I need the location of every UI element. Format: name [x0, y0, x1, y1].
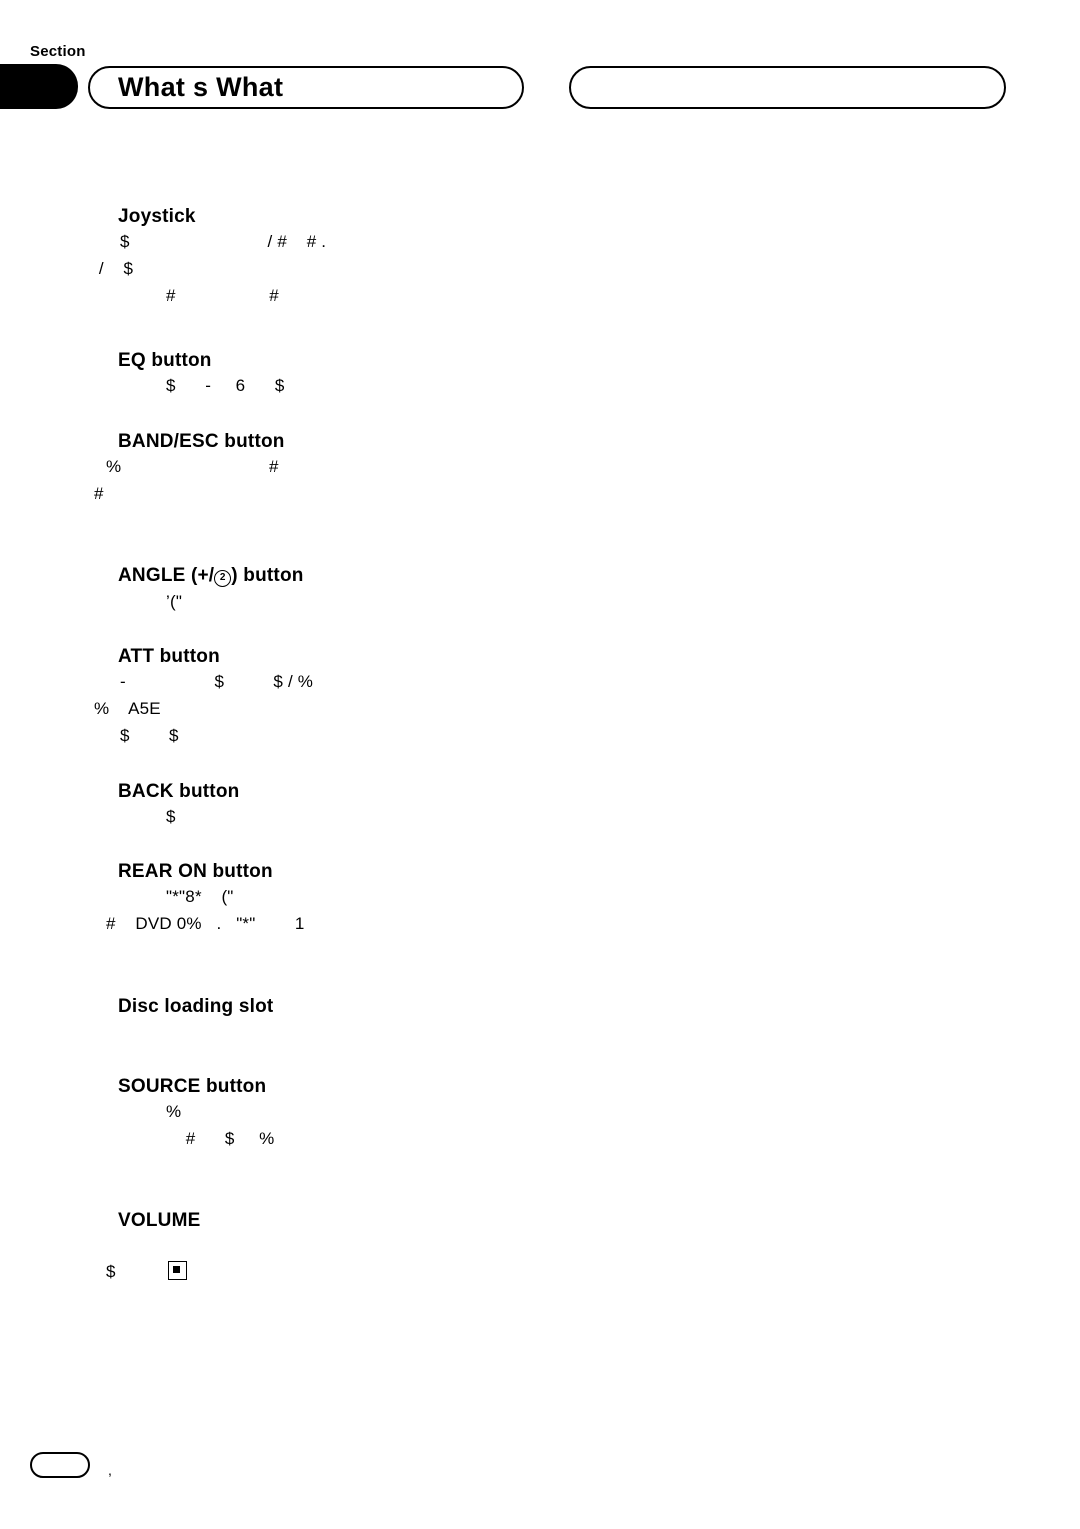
entry-rear-on-button-head: REAR ON button: [88, 861, 688, 883]
entry-angle-button: ANGLE (+/2) button ’(": [88, 565, 688, 615]
body-line: # #: [166, 286, 279, 305]
body-line: $: [166, 807, 176, 826]
entry-band-esc-button: BAND/ESC button % # #: [88, 431, 688, 507]
page-title: What s What: [118, 72, 284, 102]
body-line: - $ $ / %: [120, 672, 314, 691]
body-line: %: [166, 1102, 182, 1121]
entry-disc-loading-slot-head: Disc loading slot: [88, 996, 688, 1018]
entry-volume-title: VOLUME: [118, 1210, 201, 1231]
body-line: $ - 6 $: [166, 376, 285, 395]
entry-band-esc-button-head: BAND/ESC button: [88, 431, 688, 453]
body-line: #: [94, 484, 104, 503]
entry-back-button: BACK button $: [88, 781, 688, 830]
entry-eq-button: EQ button $ - 6 $: [88, 350, 688, 399]
entry-angle-button-head: ANGLE (+/2) button: [88, 565, 688, 588]
entry-rear-on-button-title: REAR ON button: [118, 861, 273, 882]
entry-joystick: Joystick $ / # # . / $ # #: [88, 206, 688, 309]
footer-note: ,: [108, 1462, 112, 1478]
entry-angle-button-title: ANGLE (+/2) button: [118, 565, 304, 588]
volume-body-line: $: [88, 1258, 688, 1285]
stop-square-icon: [167, 1261, 187, 1280]
body-line: $ $: [120, 726, 179, 745]
entry-att-button-title: ATT button: [118, 646, 220, 667]
entry-volume: VOLUME $: [88, 1210, 688, 1285]
volume-line-prefix: $: [106, 1262, 116, 1281]
entry-disc-loading-slot: Disc loading slot: [88, 996, 688, 1018]
entry-source-button-head: SOURCE button: [88, 1076, 688, 1098]
entry-eq-button-head: EQ button: [88, 350, 688, 372]
entry-joystick-head: Joystick: [88, 206, 688, 228]
entry-volume-head: VOLUME: [88, 1210, 688, 1232]
body-line: / $: [94, 259, 134, 278]
body-line: ’(": [166, 592, 183, 611]
section-label: Section: [30, 43, 86, 60]
entry-rear-on-button: REAR ON button "*"8* (" # DVD 0% . "*" 1: [88, 861, 688, 937]
body-line: # DVD 0% . "*" 1: [106, 914, 305, 933]
entry-source-button-title: SOURCE button: [118, 1076, 267, 1097]
entry-disc-loading-slot-title: Disc loading slot: [118, 996, 274, 1017]
page-number-pill: [30, 1452, 90, 1478]
body-line: $ / # # .: [120, 232, 327, 251]
angle-title-post: ) button: [231, 565, 304, 586]
circled-number-icon: 2: [214, 570, 232, 587]
entry-band-esc-button-title: BAND/ESC button: [118, 431, 285, 452]
entry-back-button-title: BACK button: [118, 781, 240, 802]
entry-eq-button-title: EQ button: [118, 350, 212, 371]
angle-title-pre: ANGLE (+/: [118, 565, 215, 586]
body-line: "*"8* (": [166, 887, 234, 906]
body-line: % #: [106, 457, 279, 476]
entry-att-button: ATT button - $ $ / % % A5E $ $: [88, 646, 688, 749]
header-divider: [0, 109, 1080, 111]
body-line: % A5E: [94, 699, 161, 718]
entry-joystick-title: Joystick: [118, 206, 196, 227]
entry-source-button: SOURCE button % # $ %: [88, 1076, 688, 1152]
entry-att-button-head: ATT button: [88, 646, 688, 668]
entry-back-button-head: BACK button: [88, 781, 688, 803]
section-tab-marker: [0, 64, 78, 109]
body-line: # $ %: [166, 1129, 275, 1148]
header-right-pill: [569, 66, 1006, 109]
